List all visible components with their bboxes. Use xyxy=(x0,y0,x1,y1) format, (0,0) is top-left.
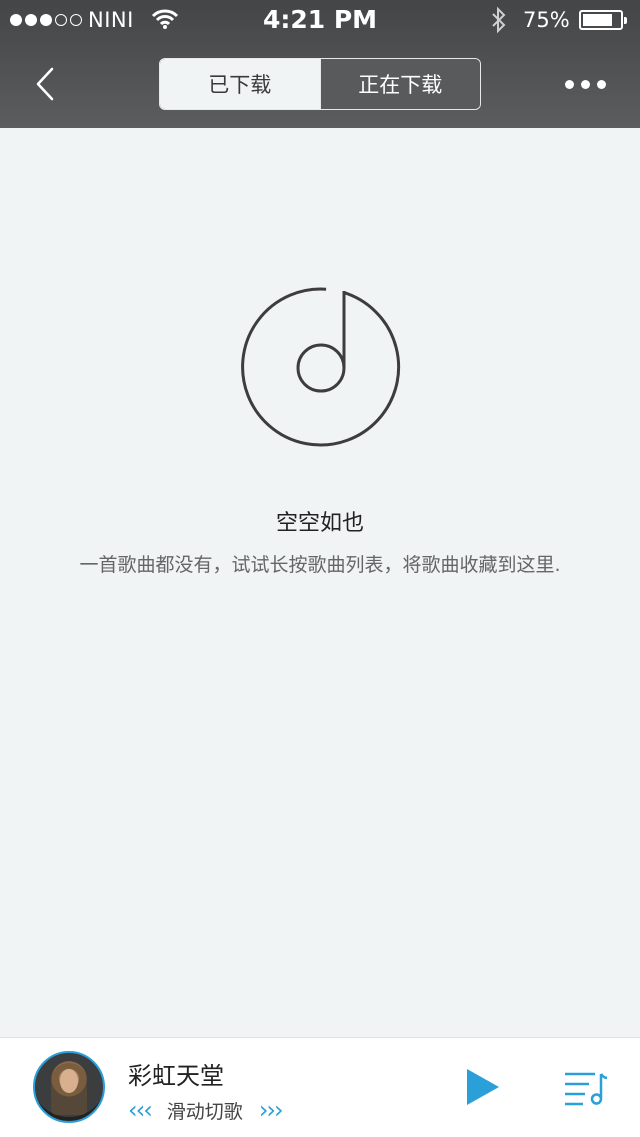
battery-percent: 75% xyxy=(523,8,570,32)
more-dot xyxy=(581,80,590,89)
tab-downloading[interactable]: 正在下载 xyxy=(319,59,480,109)
play-button[interactable] xyxy=(466,1068,500,1106)
status-bar: NINI 4:21 PM 75% xyxy=(0,0,640,40)
more-button[interactable] xyxy=(565,80,606,89)
chevrons-right-icon: ››› xyxy=(258,1096,284,1124)
song-title: 彩虹天堂 xyxy=(128,1062,224,1090)
more-dot xyxy=(565,80,574,89)
chevrons-left-icon: ‹‹‹ xyxy=(128,1096,153,1124)
battery-icon xyxy=(579,10,627,30)
download-segmented-control: 已下载 正在下载 xyxy=(159,58,481,110)
bluetooth-icon xyxy=(492,7,506,33)
empty-state-description: 一首歌曲都没有，试试长按歌曲列表，将歌曲收藏到这里. xyxy=(79,554,561,576)
swipe-hint-label: 滑动切歌 xyxy=(166,1100,243,1123)
music-note-disc-icon xyxy=(241,287,401,447)
top-bar: NINI 4:21 PM 75% 已下载 正在下载 xyxy=(0,0,640,128)
swipe-to-switch-hint[interactable]: ‹‹‹ 滑动切歌 ››› xyxy=(128,1096,284,1124)
mini-player: 彩虹天堂 ‹‹‹ 滑动切歌 ››› xyxy=(0,1037,640,1137)
more-dot xyxy=(597,80,606,89)
back-button[interactable] xyxy=(30,66,64,102)
empty-state-title: 空空如也 xyxy=(275,511,364,536)
tab-downloaded[interactable]: 已下载 xyxy=(160,59,320,109)
album-cover-avatar[interactable] xyxy=(33,1051,105,1123)
playlist-icon[interactable] xyxy=(563,1068,609,1108)
